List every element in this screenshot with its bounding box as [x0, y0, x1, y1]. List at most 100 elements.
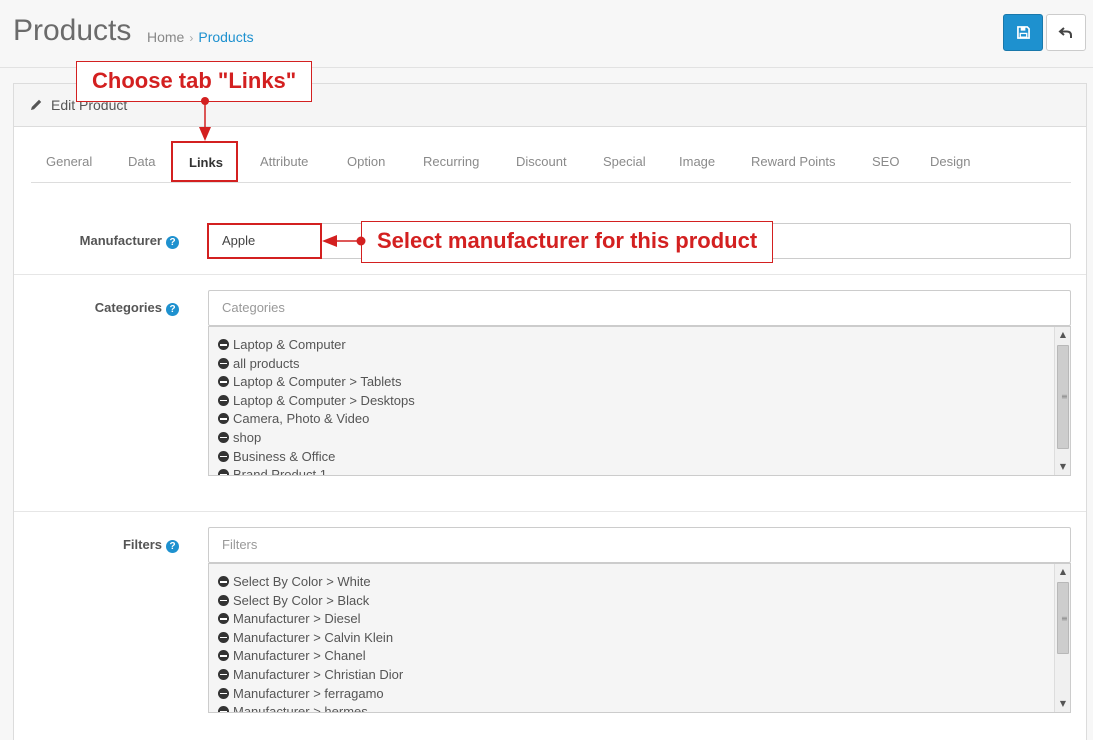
- list-item[interactable]: Camera, Photo & Video: [218, 410, 415, 429]
- tab-general[interactable]: General: [46, 154, 92, 169]
- categories-input[interactable]: Categories: [208, 290, 1071, 326]
- remove-icon[interactable]: [218, 668, 229, 680]
- tab-data[interactable]: Data: [128, 154, 155, 169]
- list-item[interactable]: Manufacturer > Chanel: [218, 647, 403, 666]
- list-item[interactable]: Select By Color > White: [218, 573, 403, 592]
- tab-links-label: Links: [189, 155, 223, 170]
- tab-option[interactable]: Option: [347, 154, 385, 169]
- pencil-icon: [31, 99, 42, 110]
- remove-icon[interactable]: [218, 576, 229, 587]
- list-item-label: Manufacturer > Chanel: [233, 648, 366, 664]
- page-header: Products Home › Products: [0, 0, 1093, 68]
- list-item[interactable]: Laptop & Computer: [218, 336, 415, 355]
- filters-label: Filters?: [29, 537, 179, 553]
- page-title: Products: [13, 14, 132, 47]
- tab-seo[interactable]: SEO: [872, 154, 899, 169]
- back-arrow-icon: [1058, 26, 1072, 38]
- remove-icon[interactable]: [218, 339, 229, 350]
- list-item-label: Laptop & Computer: [233, 337, 346, 352]
- remove-icon[interactable]: [218, 431, 229, 443]
- scroll-up-icon[interactable]: ▲: [1055, 327, 1070, 343]
- breadcrumb: Home › Products: [147, 29, 254, 45]
- filters-label-text: Filters: [122, 537, 162, 552]
- help-icon[interactable]: ?: [166, 540, 179, 553]
- list-item-label: Select By Color > Black: [233, 592, 370, 608]
- filters-placeholder: Filters: [222, 537, 258, 552]
- list-item[interactable]: Manufacturer > Christian Dior: [218, 666, 403, 685]
- remove-icon[interactable]: [218, 413, 229, 425]
- remove-icon[interactable]: [218, 687, 229, 699]
- filters-list[interactable]: Select By Color > White Select By Color …: [208, 563, 1071, 713]
- filters-input[interactable]: Filters: [208, 527, 1071, 563]
- remove-icon[interactable]: [218, 450, 229, 462]
- divider: [14, 511, 1086, 512]
- tab-special[interactable]: Special: [603, 154, 646, 169]
- list-item-label: Laptop & Computer > Desktops: [233, 392, 415, 408]
- remove-icon[interactable]: [218, 357, 229, 369]
- list-item[interactable]: Brand Product 1: [218, 466, 415, 476]
- categories-list[interactable]: Laptop & Computer all products Laptop & …: [208, 326, 1071, 476]
- list-item[interactable]: Manufacturer > ferragamo: [218, 685, 403, 704]
- save-icon: [1016, 26, 1030, 39]
- list-item[interactable]: Manufacturer > Diesel: [218, 610, 403, 629]
- list-item-label: Manufacturer > ferragamo: [233, 685, 384, 701]
- remove-icon[interactable]: [218, 469, 229, 475]
- remove-icon[interactable]: [218, 631, 229, 643]
- scrollbar-thumb[interactable]: ≡: [1057, 582, 1069, 654]
- list-item-label: Brand Product 1: [233, 467, 327, 476]
- remove-icon[interactable]: [218, 594, 229, 606]
- list-item[interactable]: Business & Office: [218, 448, 415, 467]
- tab-reward-points[interactable]: Reward Points: [751, 154, 836, 169]
- scroll-up-icon[interactable]: ▲: [1055, 564, 1070, 580]
- help-icon[interactable]: ?: [166, 236, 179, 249]
- list-item[interactable]: Manufacturer > hermes: [218, 703, 403, 713]
- list-item[interactable]: shop: [218, 429, 415, 448]
- list-item-label: shop: [233, 429, 262, 445]
- divider: [14, 274, 1086, 275]
- breadcrumb-separator: ›: [189, 31, 194, 45]
- tab-attribute[interactable]: Attribute: [260, 154, 308, 169]
- scrollbar[interactable]: ▲ ≡ ▼: [1054, 327, 1070, 475]
- back-button[interactable]: [1046, 14, 1086, 51]
- list-item-label: Manufacturer > Diesel: [233, 611, 361, 627]
- categories-label-text: Categories: [94, 300, 162, 315]
- tab-design[interactable]: Design: [930, 154, 970, 169]
- scroll-down-icon[interactable]: ▼: [1055, 459, 1070, 475]
- remove-icon[interactable]: [218, 376, 229, 388]
- list-item[interactable]: Laptop & Computer > Desktops: [218, 392, 415, 411]
- breadcrumb-home[interactable]: Home: [147, 29, 184, 45]
- list-item-label: Business & Office: [233, 448, 336, 464]
- categories-placeholder: Categories: [222, 300, 285, 315]
- remove-icon[interactable]: [218, 394, 229, 406]
- breadcrumb-products[interactable]: Products: [198, 29, 253, 45]
- annotation-manufacturer-hint: Select manufacturer for this product: [361, 221, 774, 263]
- save-button[interactable]: [1003, 14, 1043, 51]
- tab-links[interactable]: Links: [171, 141, 238, 182]
- list-item-label: Manufacturer > Christian Dior: [233, 666, 404, 682]
- remove-icon[interactable]: [218, 650, 229, 662]
- list-item[interactable]: Laptop & Computer > Tablets: [218, 373, 415, 392]
- remove-icon[interactable]: [218, 706, 229, 712]
- remove-icon[interactable]: [218, 613, 229, 625]
- manufacturer-label-text: Manufacturer: [79, 233, 162, 248]
- list-item-label: Laptop & Computer > Tablets: [233, 374, 402, 390]
- list-item[interactable]: Manufacturer > Calvin Klein: [218, 629, 403, 648]
- annotation-tab-hint: Choose tab "Links": [76, 61, 313, 102]
- scroll-down-icon[interactable]: ▼: [1055, 696, 1070, 712]
- tab-discount[interactable]: Discount: [516, 154, 567, 169]
- manufacturer-label: Manufacturer?: [29, 233, 179, 249]
- list-item-label: Manufacturer > Calvin Klein: [233, 629, 394, 645]
- list-item-label: Manufacturer > hermes: [233, 704, 368, 713]
- list-item-label: Camera, Photo & Video: [233, 411, 370, 427]
- tab-image[interactable]: Image: [679, 154, 715, 169]
- manufacturer-value[interactable]: Apple: [207, 223, 322, 259]
- scrollbar[interactable]: ▲ ≡ ▼: [1054, 564, 1070, 712]
- categories-label: Categories?: [29, 300, 179, 316]
- help-icon[interactable]: ?: [166, 303, 179, 316]
- list-item[interactable]: all products: [218, 355, 415, 374]
- scrollbar-thumb[interactable]: ≡: [1057, 345, 1069, 449]
- tab-recurring[interactable]: Recurring: [423, 154, 479, 169]
- list-item-label: all products: [233, 355, 300, 371]
- list-item[interactable]: Select By Color > Black: [218, 592, 403, 611]
- list-item-label: Select By Color > White: [233, 574, 371, 589]
